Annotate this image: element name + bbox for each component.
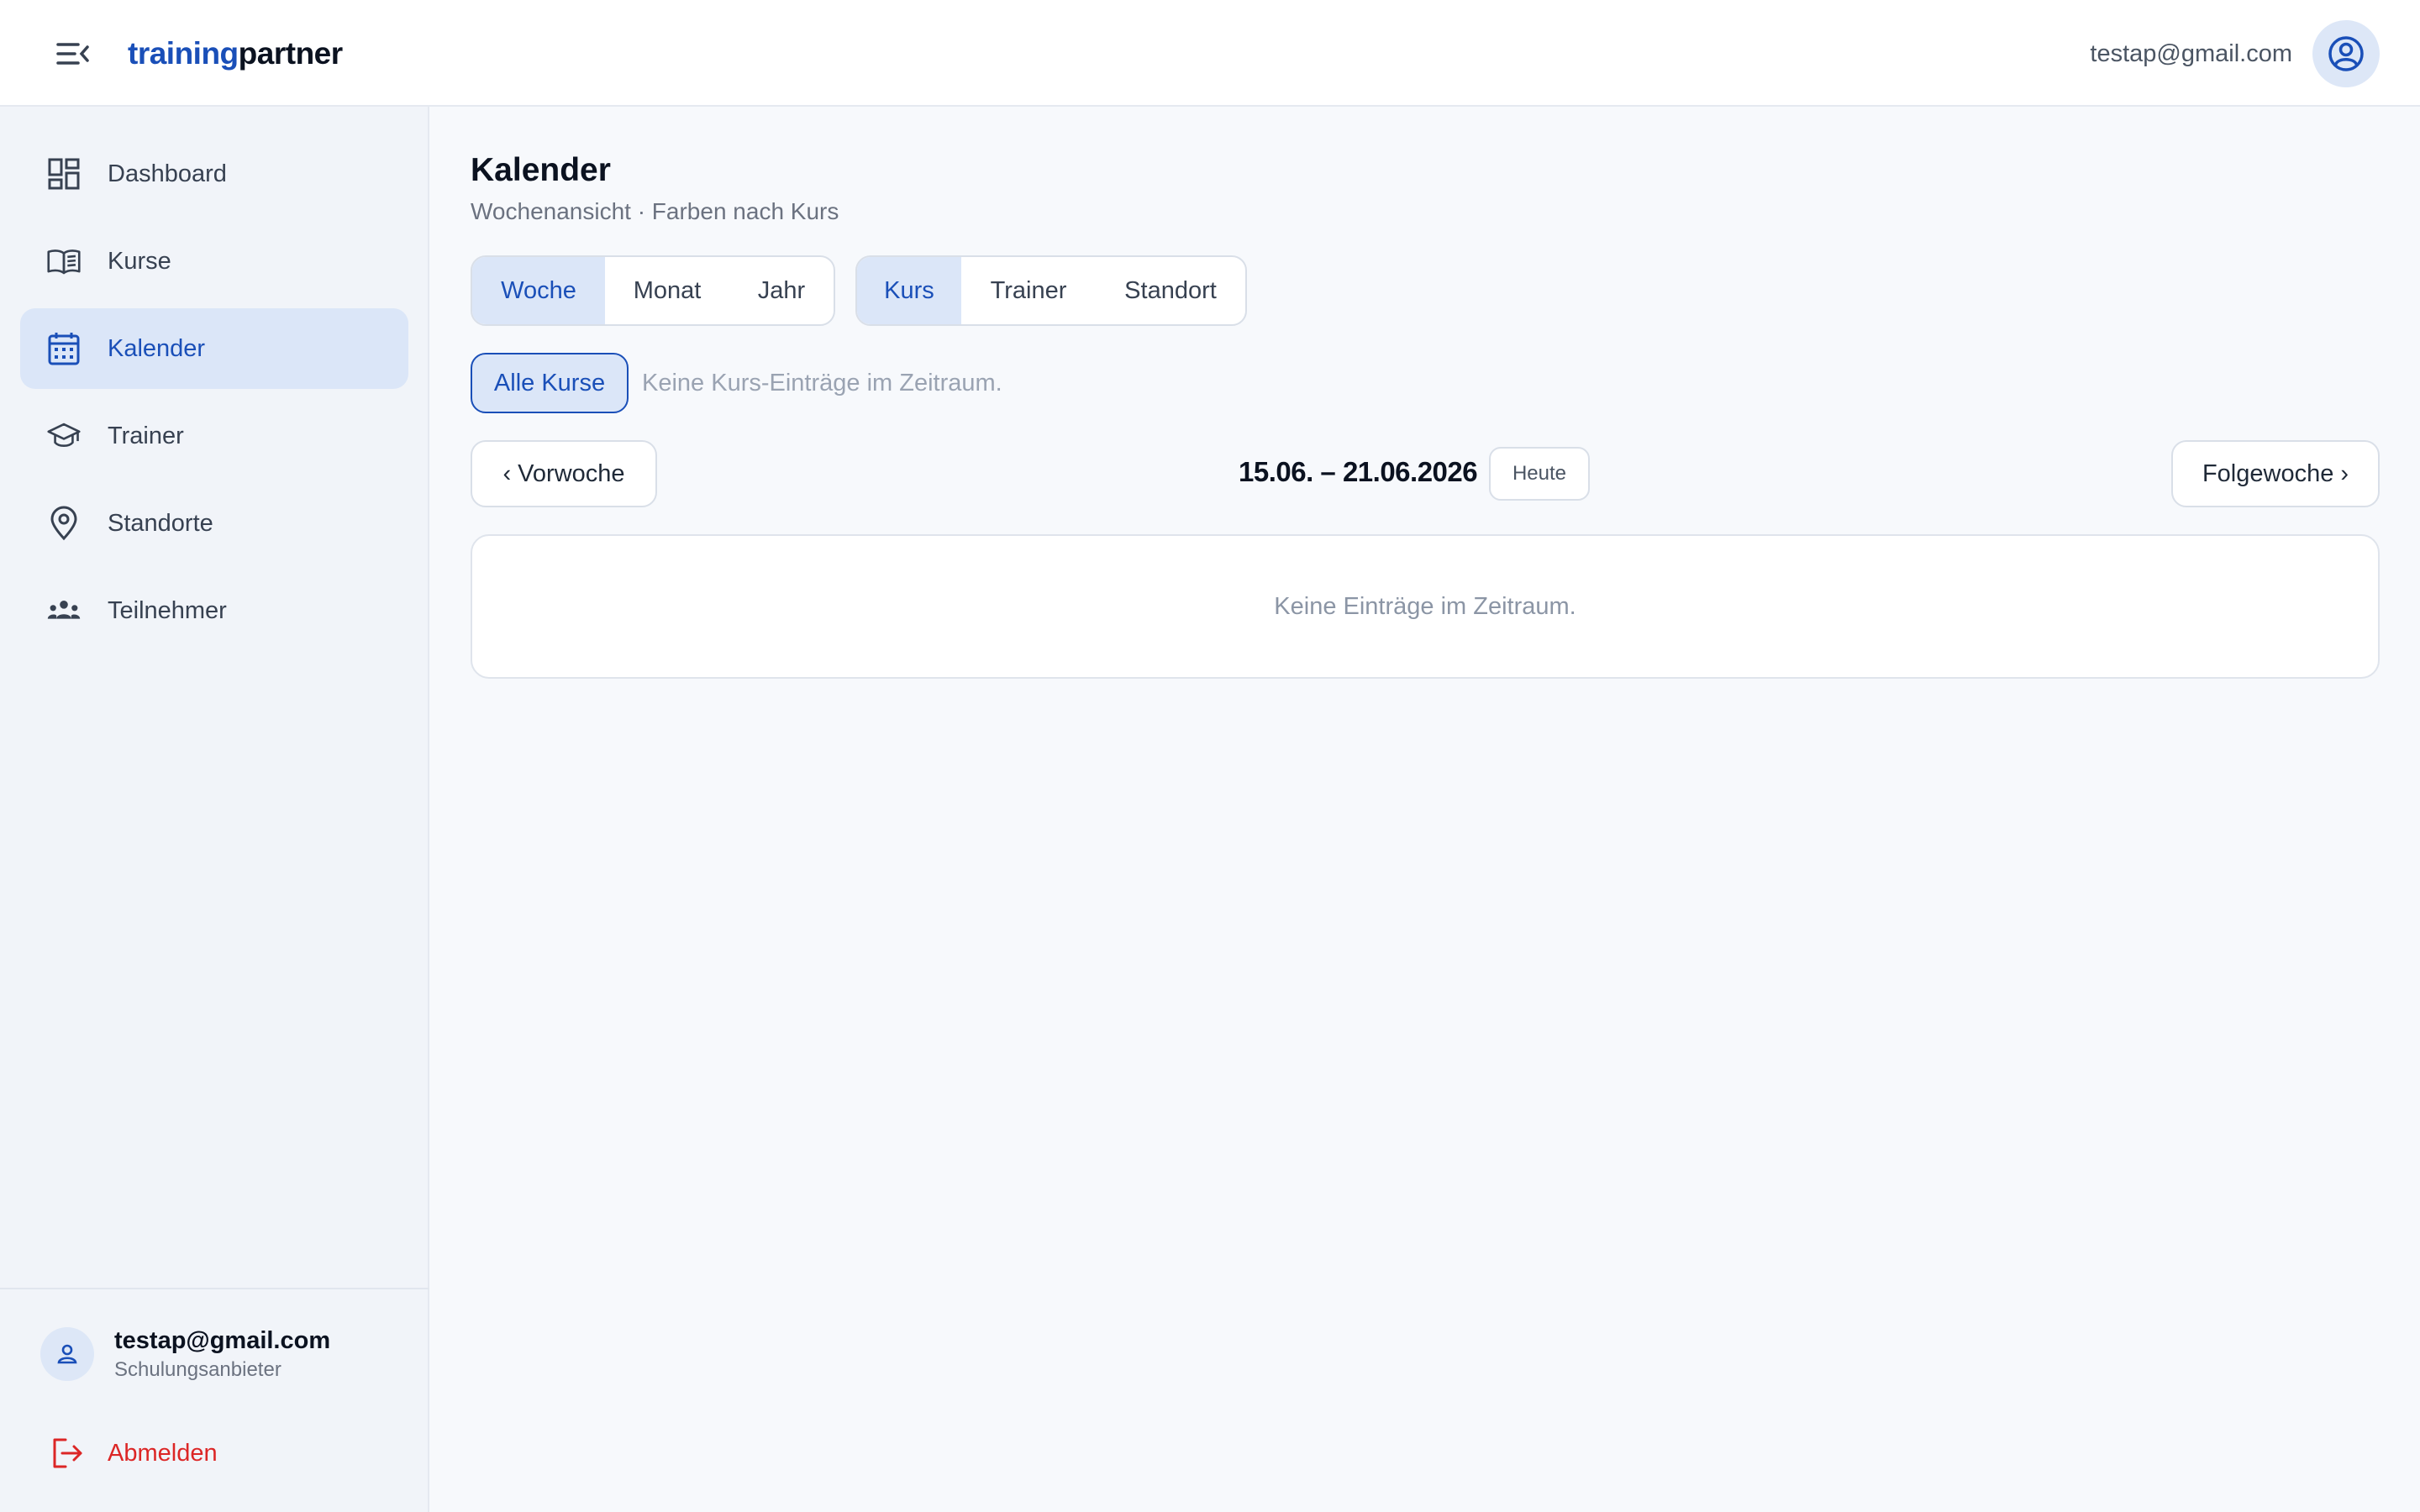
brand-logo[interactable]: trainingpartner	[128, 34, 343, 74]
sidebar-divider	[0, 1288, 429, 1289]
logout-icon	[50, 1436, 84, 1474]
tab-monat[interactable]: Monat	[605, 257, 729, 324]
filter-chip-alle-kurse[interactable]: Alle Kurse	[471, 353, 629, 413]
menu-collapse-icon[interactable]	[50, 34, 96, 74]
prev-week-button[interactable]: ‹ Vorwoche	[471, 440, 657, 507]
calendar-empty-card: Keine Einträge im Zeitraum.	[471, 534, 2380, 679]
sidebar-item-label: Teilnehmer	[108, 597, 227, 624]
sidebar-item-kurse[interactable]: Kurse	[20, 221, 408, 302]
sidebar-item-label: Trainer	[108, 423, 184, 449]
sidebar-item-label: Standorte	[108, 510, 213, 537]
sidebar-item-trainer[interactable]: Trainer	[20, 396, 408, 476]
user-circle-icon[interactable]	[2312, 20, 2380, 87]
sidebar-item-label: Kalender	[108, 335, 206, 362]
sidebar-item-dashboard[interactable]: Dashboard	[20, 134, 408, 214]
header-user-email: testap@gmail.com	[2090, 40, 2292, 67]
next-week-button[interactable]: Folgewoche ›	[2171, 440, 2380, 507]
sidebar-item-label: Dashboard	[108, 160, 227, 187]
tab-trainer[interactable]: Trainer	[961, 257, 1096, 324]
brand-part-partner: partner	[238, 36, 343, 71]
date-range-label: 15.06. – 21.06.2026	[1239, 456, 1478, 487]
dashboard-icon	[47, 157, 81, 191]
top-bar: trainingpartner testap@gmail.com	[0, 0, 2420, 107]
users-icon	[47, 594, 81, 627]
page-title: Kalender	[471, 152, 611, 188]
sidebar-item-standorte[interactable]: Standorte	[20, 483, 408, 564]
calendar-icon	[47, 332, 81, 365]
tab-standort[interactable]: Standort	[1096, 257, 1245, 324]
user-avatar-icon	[40, 1327, 94, 1381]
brand-part-training: training	[128, 36, 239, 71]
view-mode-toggle: Woche Monat Jahr	[471, 255, 835, 326]
sidebar: Dashboard Kurse Kalender Trainer Standor…	[0, 107, 429, 1512]
today-button[interactable]: Heute	[1489, 447, 1590, 501]
tab-jahr[interactable]: Jahr	[729, 257, 834, 324]
book-open-icon	[47, 244, 81, 278]
filter-note: Keine Kurs-Einträge im Zeitraum.	[642, 370, 1002, 396]
tab-kurs[interactable]: Kurs	[857, 257, 961, 324]
sidebar-item-label: Kurse	[108, 248, 171, 275]
graduation-cap-icon	[47, 419, 81, 453]
tab-woche[interactable]: Woche	[472, 257, 605, 324]
sidebar-user-role: Schulungsanbieter	[114, 1358, 281, 1381]
map-pin-icon	[47, 506, 81, 541]
logout-label: Abmelden	[108, 1440, 218, 1467]
sidebar-user-email: testap@gmail.com	[114, 1327, 331, 1354]
sidebar-item-kalender[interactable]: Kalender	[20, 308, 408, 389]
empty-message: Keine Einträge im Zeitraum.	[1274, 593, 1576, 620]
sidebar-item-teilnehmer[interactable]: Teilnehmer	[20, 570, 408, 651]
color-mode-toggle: Kurs Trainer Standort	[855, 255, 1247, 326]
page-subtitle: Wochenansicht · Farben nach Kurs	[471, 198, 839, 224]
logout-button[interactable]: Abmelden	[47, 1433, 299, 1473]
